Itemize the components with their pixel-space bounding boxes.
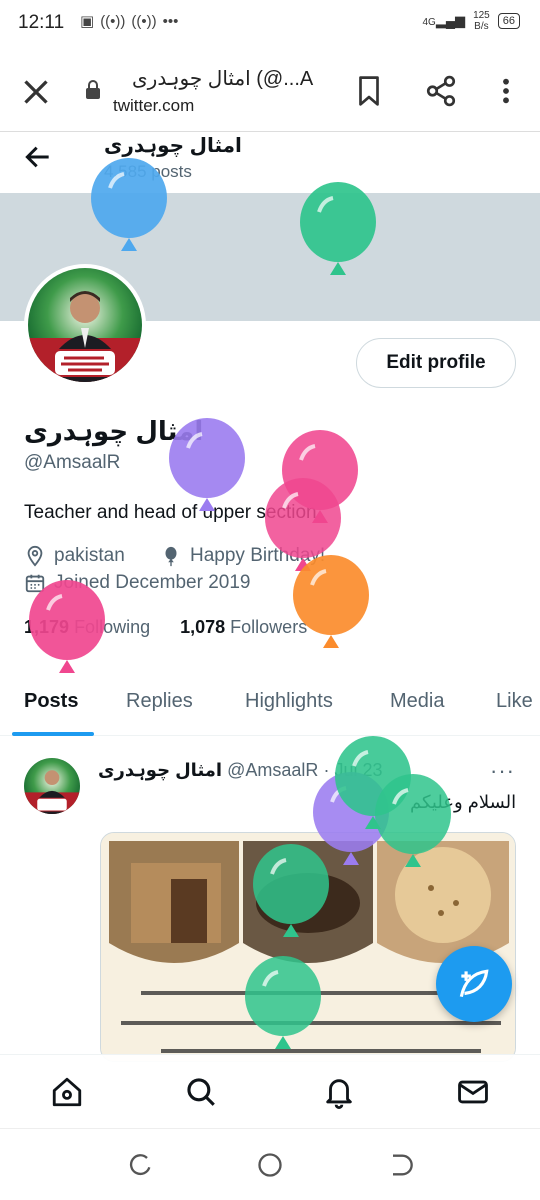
- header-name: امثال چوہدری: [104, 135, 242, 157]
- tab-likes[interactable]: Like: [496, 690, 533, 713]
- page-url[interactable]: twitter.com: [113, 96, 194, 116]
- close-icon[interactable]: [18, 74, 54, 110]
- profile-name: امثال چوہدری: [24, 416, 204, 446]
- page-title: امثال چوہدری (@...A: [132, 68, 314, 90]
- balloon-icon: [293, 555, 369, 648]
- joined-text: Joined December 2019: [54, 572, 251, 593]
- profile-avatar[interactable]: [24, 264, 146, 386]
- post-image-graphic: [101, 833, 515, 1061]
- following-count: 1,179: [24, 617, 70, 637]
- post-author-name[interactable]: امثال چوہدری: [98, 760, 222, 780]
- post-author-handle[interactable]: @AmsaalR: [227, 760, 318, 780]
- bottom-navigation: [0, 1054, 540, 1128]
- header-posts-count: 4,585 posts: [104, 162, 192, 181]
- following-label: Following: [74, 617, 151, 637]
- active-tab-indicator: [12, 732, 94, 736]
- signal-icon: 4G▂▄▆: [422, 13, 466, 28]
- back-button-icon[interactable]: [386, 1151, 414, 1179]
- profile-tabs: Posts Replies Highlights Media Like: [0, 672, 540, 736]
- browser-toolbar: امثال چوہدری (@...A twitter.com: [0, 46, 540, 132]
- tab-media[interactable]: Media: [390, 690, 444, 713]
- followers-link[interactable]: 1,078 Followers: [180, 617, 307, 638]
- profile-location: pakistan: [24, 545, 125, 567]
- post-date[interactable]: Jul 23: [334, 760, 382, 780]
- bookmark-icon[interactable]: [354, 74, 384, 108]
- tab-posts[interactable]: Posts: [24, 690, 78, 713]
- hotspot-icon-2: ((•)): [131, 12, 157, 30]
- profile-top-bar: امثال چوہدری 4,585 posts: [0, 133, 540, 193]
- post-image[interactable]: [100, 832, 516, 1062]
- location-text: pakistan: [54, 545, 125, 566]
- compose-icon: [459, 969, 489, 998]
- balloon-icon: [165, 546, 177, 567]
- app-notification-icon: ▣: [80, 13, 95, 30]
- compose-button[interactable]: [436, 946, 512, 1022]
- followers-count: 1,078: [180, 617, 226, 637]
- post-separator: ·: [323, 760, 330, 780]
- bell-icon[interactable]: [322, 1075, 356, 1109]
- more-vertical-icon[interactable]: [492, 74, 520, 108]
- followers-label: Followers: [230, 617, 308, 637]
- status-right: 4G▂▄▆ 125 B/s 66: [422, 10, 520, 32]
- system-navigation: [0, 1128, 540, 1200]
- profile-handle: @AmsaalR: [24, 452, 121, 473]
- post-meta: امثال چوہدری @AmsaalR · Jul 23: [98, 760, 383, 781]
- search-icon[interactable]: [184, 1075, 218, 1109]
- status-time: 12:11: [18, 12, 65, 33]
- follow-stats: 1,179 Following 1,078 Followers: [24, 617, 307, 638]
- home-icon[interactable]: [50, 1075, 84, 1109]
- location-pin-icon: [27, 545, 43, 567]
- status-notification-icons: ▣ ((•)) ((•)) •••: [80, 12, 179, 31]
- home-button-icon[interactable]: [256, 1151, 284, 1179]
- avatar-image: [28, 268, 142, 382]
- tab-highlights[interactable]: Highlights: [245, 690, 333, 713]
- hotspot-icon: ((•)): [100, 12, 126, 30]
- tab-replies[interactable]: Replies: [126, 690, 193, 713]
- battery-indicator: 66: [497, 13, 520, 29]
- calendar-icon: [25, 574, 45, 593]
- edit-profile-button[interactable]: Edit profile: [356, 338, 516, 388]
- share-icon[interactable]: [424, 74, 458, 108]
- back-arrow-icon[interactable]: [22, 141, 54, 173]
- post-text: السلام وعلیکم: [410, 792, 517, 812]
- network-speed: 125 B/s: [473, 10, 490, 32]
- lock-icon: [86, 80, 100, 99]
- birthday-text: Happy Birthday!: [190, 545, 326, 566]
- profile-birthday: Happy Birthday!: [160, 545, 325, 567]
- balloon-icon: [335, 736, 411, 829]
- recent-apps-icon[interactable]: [126, 1151, 154, 1179]
- profile-bio: Teacher and head of upper section: [24, 502, 317, 523]
- post-more-icon[interactable]: ···: [490, 758, 515, 784]
- post-avatar-image: [24, 758, 80, 814]
- post-author-avatar[interactable]: [24, 758, 80, 814]
- profile-joined: Joined December 2019: [24, 572, 250, 594]
- status-bar: 12:11 ▣ ((•)) ((•)) ••• 4G▂▄▆ 125 B/s 66: [0, 0, 540, 46]
- more-dots-icon: •••: [162, 12, 179, 30]
- following-link[interactable]: 1,179 Following: [24, 617, 150, 638]
- mail-icon[interactable]: [456, 1075, 490, 1109]
